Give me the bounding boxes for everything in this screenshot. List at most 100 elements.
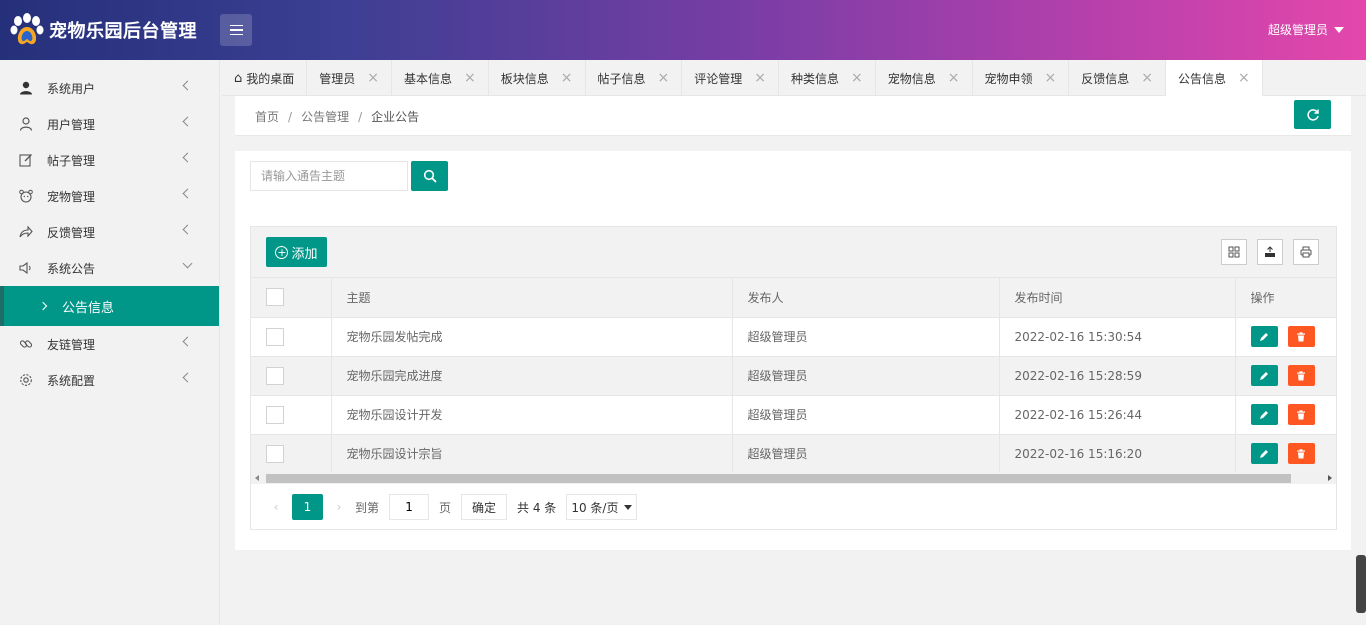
row-checkbox[interactable] [266, 327, 284, 346]
column-header-time[interactable]: 发布时间 [999, 278, 1236, 318]
next-page-button[interactable]: › [329, 494, 349, 520]
sidebar-item-feedback-management[interactable]: 反馈管理 [0, 214, 219, 250]
cell-title: 宠物乐园设计开发 [331, 395, 733, 435]
home-icon: ⌂ [234, 70, 243, 86]
refresh-button[interactable] [1294, 100, 1331, 129]
sidebar-subitem-notice-info[interactable]: 公告信息 [0, 286, 219, 326]
edit-button[interactable] [1250, 365, 1278, 386]
tab-post-info[interactable]: 帖子信息 × [586, 60, 683, 96]
close-icon[interactable]: × [464, 70, 476, 86]
close-icon[interactable]: × [948, 70, 960, 86]
app-logo[interactable]: 宠物乐园后台管理 [10, 12, 197, 48]
sidebar-item-label: 用户管理 [47, 117, 96, 132]
tab-notice-info[interactable]: 公告信息 × [1166, 60, 1263, 96]
sidebar-item-system-notice[interactable]: 系统公告 [0, 250, 219, 286]
sidebar-item-post-management[interactable]: 帖子管理 [0, 142, 219, 178]
close-icon[interactable]: × [1141, 70, 1153, 86]
add-button[interactable]: + 添加 [266, 237, 327, 267]
row-checkbox[interactable] [266, 366, 284, 385]
scrollbar-thumb[interactable] [266, 474, 1291, 483]
delete-button[interactable] [1287, 443, 1315, 464]
close-icon[interactable]: × [754, 70, 766, 86]
close-icon[interactable]: × [561, 70, 573, 86]
data-table: + 添加 主题 发布人 发布时间 操作 宠物乐园发帖完成 超级管理员 2022-… [250, 226, 1337, 530]
cell-time: 2022-02-16 15:26:44 [999, 395, 1236, 435]
page-size-select[interactable]: 10 条/页 [566, 494, 638, 520]
sidebar-item-system-users[interactable]: 系统用户 [0, 70, 219, 106]
close-icon[interactable]: × [367, 70, 379, 86]
cell-title: 宠物乐园完成进度 [331, 356, 733, 396]
table-row: 宠物乐园发帖完成 超级管理员 2022-02-16 15:30:54 [251, 317, 1337, 357]
page-label: 页 [439, 500, 452, 515]
close-icon[interactable]: × [658, 70, 670, 86]
delete-button[interactable] [1287, 404, 1315, 425]
chevron-left-icon [182, 336, 193, 347]
tab-pet-info[interactable]: 宠物信息 × [876, 60, 973, 96]
chevron-right-icon [38, 301, 48, 311]
tab-basic-info[interactable]: 基本信息 × [392, 60, 489, 96]
sidebar-item-label: 系统用户 [47, 81, 96, 96]
add-button-label: 添加 [291, 246, 318, 262]
top-header: 宠物乐园后台管理 超级管理员 [0, 0, 1366, 60]
chevron-left-icon [182, 372, 193, 383]
page-number-input[interactable] [389, 494, 430, 520]
columns-filter-icon[interactable] [1221, 239, 1247, 265]
column-header-publisher[interactable]: 发布人 [732, 278, 1000, 318]
user-menu[interactable]: 超级管理员 [1268, 21, 1344, 38]
trash-icon [1297, 370, 1305, 380]
sidebar-item-link-management[interactable]: 友链管理 [0, 326, 219, 362]
search-input[interactable] [250, 161, 408, 191]
search-button[interactable] [411, 161, 448, 191]
tab-category-info[interactable]: 种类信息 × [779, 60, 876, 96]
breadcrumb-home[interactable]: 首页 [255, 110, 279, 124]
edit-button[interactable] [1250, 404, 1278, 425]
current-page[interactable]: 1 [292, 494, 323, 520]
tab-label: 种类信息 [791, 71, 840, 86]
delete-button[interactable] [1287, 365, 1315, 386]
sidebar-item-label: 帖子管理 [47, 153, 96, 168]
select-all-checkbox[interactable] [266, 288, 284, 307]
export-icon[interactable] [1257, 239, 1283, 265]
confirm-page-button[interactable]: 确定 [461, 494, 508, 520]
row-checkbox[interactable] [266, 405, 284, 424]
scroll-right-icon[interactable] [1328, 475, 1332, 481]
scroll-left-icon[interactable] [255, 475, 259, 481]
chevron-down-icon [624, 504, 633, 510]
plus-circle-icon: + [275, 245, 289, 259]
tab-label: 管理员 [319, 71, 356, 86]
print-icon[interactable] [1293, 239, 1319, 265]
sidebar-toggle-button[interactable] [220, 14, 252, 46]
breadcrumb-separator: / [358, 110, 363, 124]
sidebar-item-pet-management[interactable]: 宠物管理 [0, 178, 219, 214]
menu-icon-line [229, 33, 243, 36]
notice-table: 主题 发布人 发布时间 操作 宠物乐园发帖完成 超级管理员 2022-02-16… [251, 278, 1337, 474]
edit-button[interactable] [1250, 326, 1278, 347]
delete-button[interactable] [1287, 326, 1315, 347]
horizontal-scrollbar[interactable] [251, 472, 1336, 484]
column-header-title[interactable]: 主题 [331, 278, 733, 318]
column-header-actions: 操作 [1235, 278, 1337, 318]
breadcrumb-notice-management[interactable]: 公告管理 [301, 110, 349, 124]
tab-my-desktop[interactable]: ⌂ 我的桌面 [222, 60, 308, 96]
tab-section-info[interactable]: 板块信息 × [489, 60, 586, 96]
sidebar-item-user-management[interactable]: 用户管理 [0, 106, 219, 142]
cell-actions [1235, 356, 1337, 396]
speaker-icon [18, 260, 34, 276]
tab-feedback-info[interactable]: 反馈信息 × [1069, 60, 1167, 96]
close-icon[interactable]: × [1238, 70, 1250, 86]
tab-comment-management[interactable]: 评论管理 × [682, 60, 780, 96]
close-icon[interactable]: × [851, 70, 863, 86]
sidebar-item-system-config[interactable]: 系统配置 [0, 362, 219, 398]
table-toolbar: + 添加 [251, 227, 1336, 278]
trash-icon [1297, 331, 1305, 341]
close-icon[interactable]: × [1045, 70, 1057, 86]
edit-button[interactable] [1250, 443, 1278, 464]
cell-publisher: 超级管理员 [732, 395, 1000, 435]
row-checkbox[interactable] [266, 444, 284, 463]
user-name: 超级管理员 [1267, 23, 1328, 37]
tab-admin[interactable]: 管理员 × [307, 60, 393, 96]
prev-page-button[interactable]: ‹ [266, 494, 286, 520]
page-scroll-widget[interactable] [1356, 555, 1366, 613]
tab-label: 公告信息 [1178, 71, 1227, 86]
tab-pet-adoption[interactable]: 宠物申领 × [973, 60, 1070, 96]
